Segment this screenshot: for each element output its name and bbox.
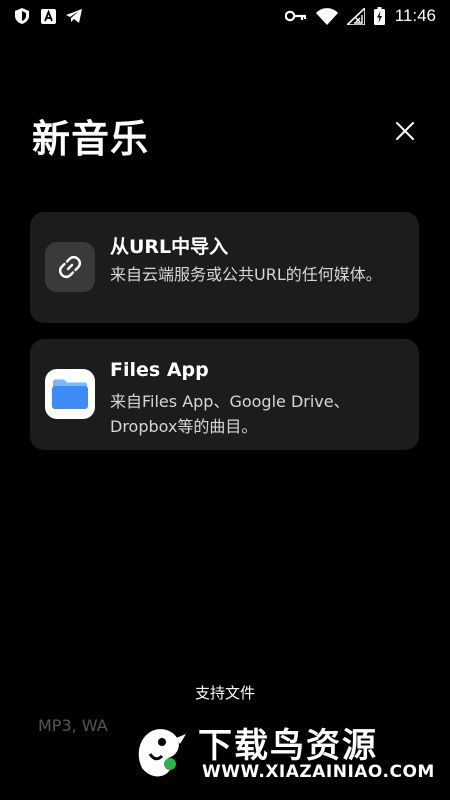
close-button[interactable] — [388, 114, 422, 148]
status-time: 11:46 — [394, 6, 436, 25]
bird-logo-icon — [128, 724, 190, 780]
watermark: 下载鸟资源 WWW.XIAZAINIAO.COM — [118, 712, 435, 792]
key-icon — [284, 8, 307, 24]
link-icon — [45, 242, 95, 292]
status-bar-left — [14, 8, 82, 24]
watermark-url: WWW.XIAZAINIAO.COM — [202, 762, 435, 782]
wifi-icon — [315, 7, 338, 25]
option-title: 从URL中导入 — [110, 236, 229, 258]
page-title: 新音乐 — [32, 117, 150, 161]
close-icon — [396, 122, 414, 140]
folder-icon — [45, 369, 95, 419]
option-description: 来自Files App、Google Drive、Dropbox等的曲目。 — [110, 392, 350, 436]
shield-icon — [14, 8, 30, 24]
import-from-url-option[interactable]: 从URL中导入 来自云端服务或公共URL的任何媒体。 — [30, 212, 419, 323]
option-title: Files App — [110, 359, 209, 381]
status-bar-right: 11:46 — [284, 6, 436, 26]
option-description: 来自云端服务或公共URL的任何媒体。 — [110, 265, 382, 284]
send-icon — [66, 8, 82, 24]
supported-formats-text: MP3, WA — [38, 716, 108, 735]
battery-icon — [374, 7, 386, 25]
files-app-option[interactable]: Files App 来自Files App、Google Drive、Dropb… — [30, 339, 419, 450]
status-bar: 11:46 — [0, 0, 450, 32]
watermark-title: 下载鸟资源 — [198, 726, 378, 766]
font-a-icon — [40, 8, 56, 24]
signal-icon — [346, 7, 365, 25]
supported-files-label: 支持文件 — [194, 684, 255, 702]
